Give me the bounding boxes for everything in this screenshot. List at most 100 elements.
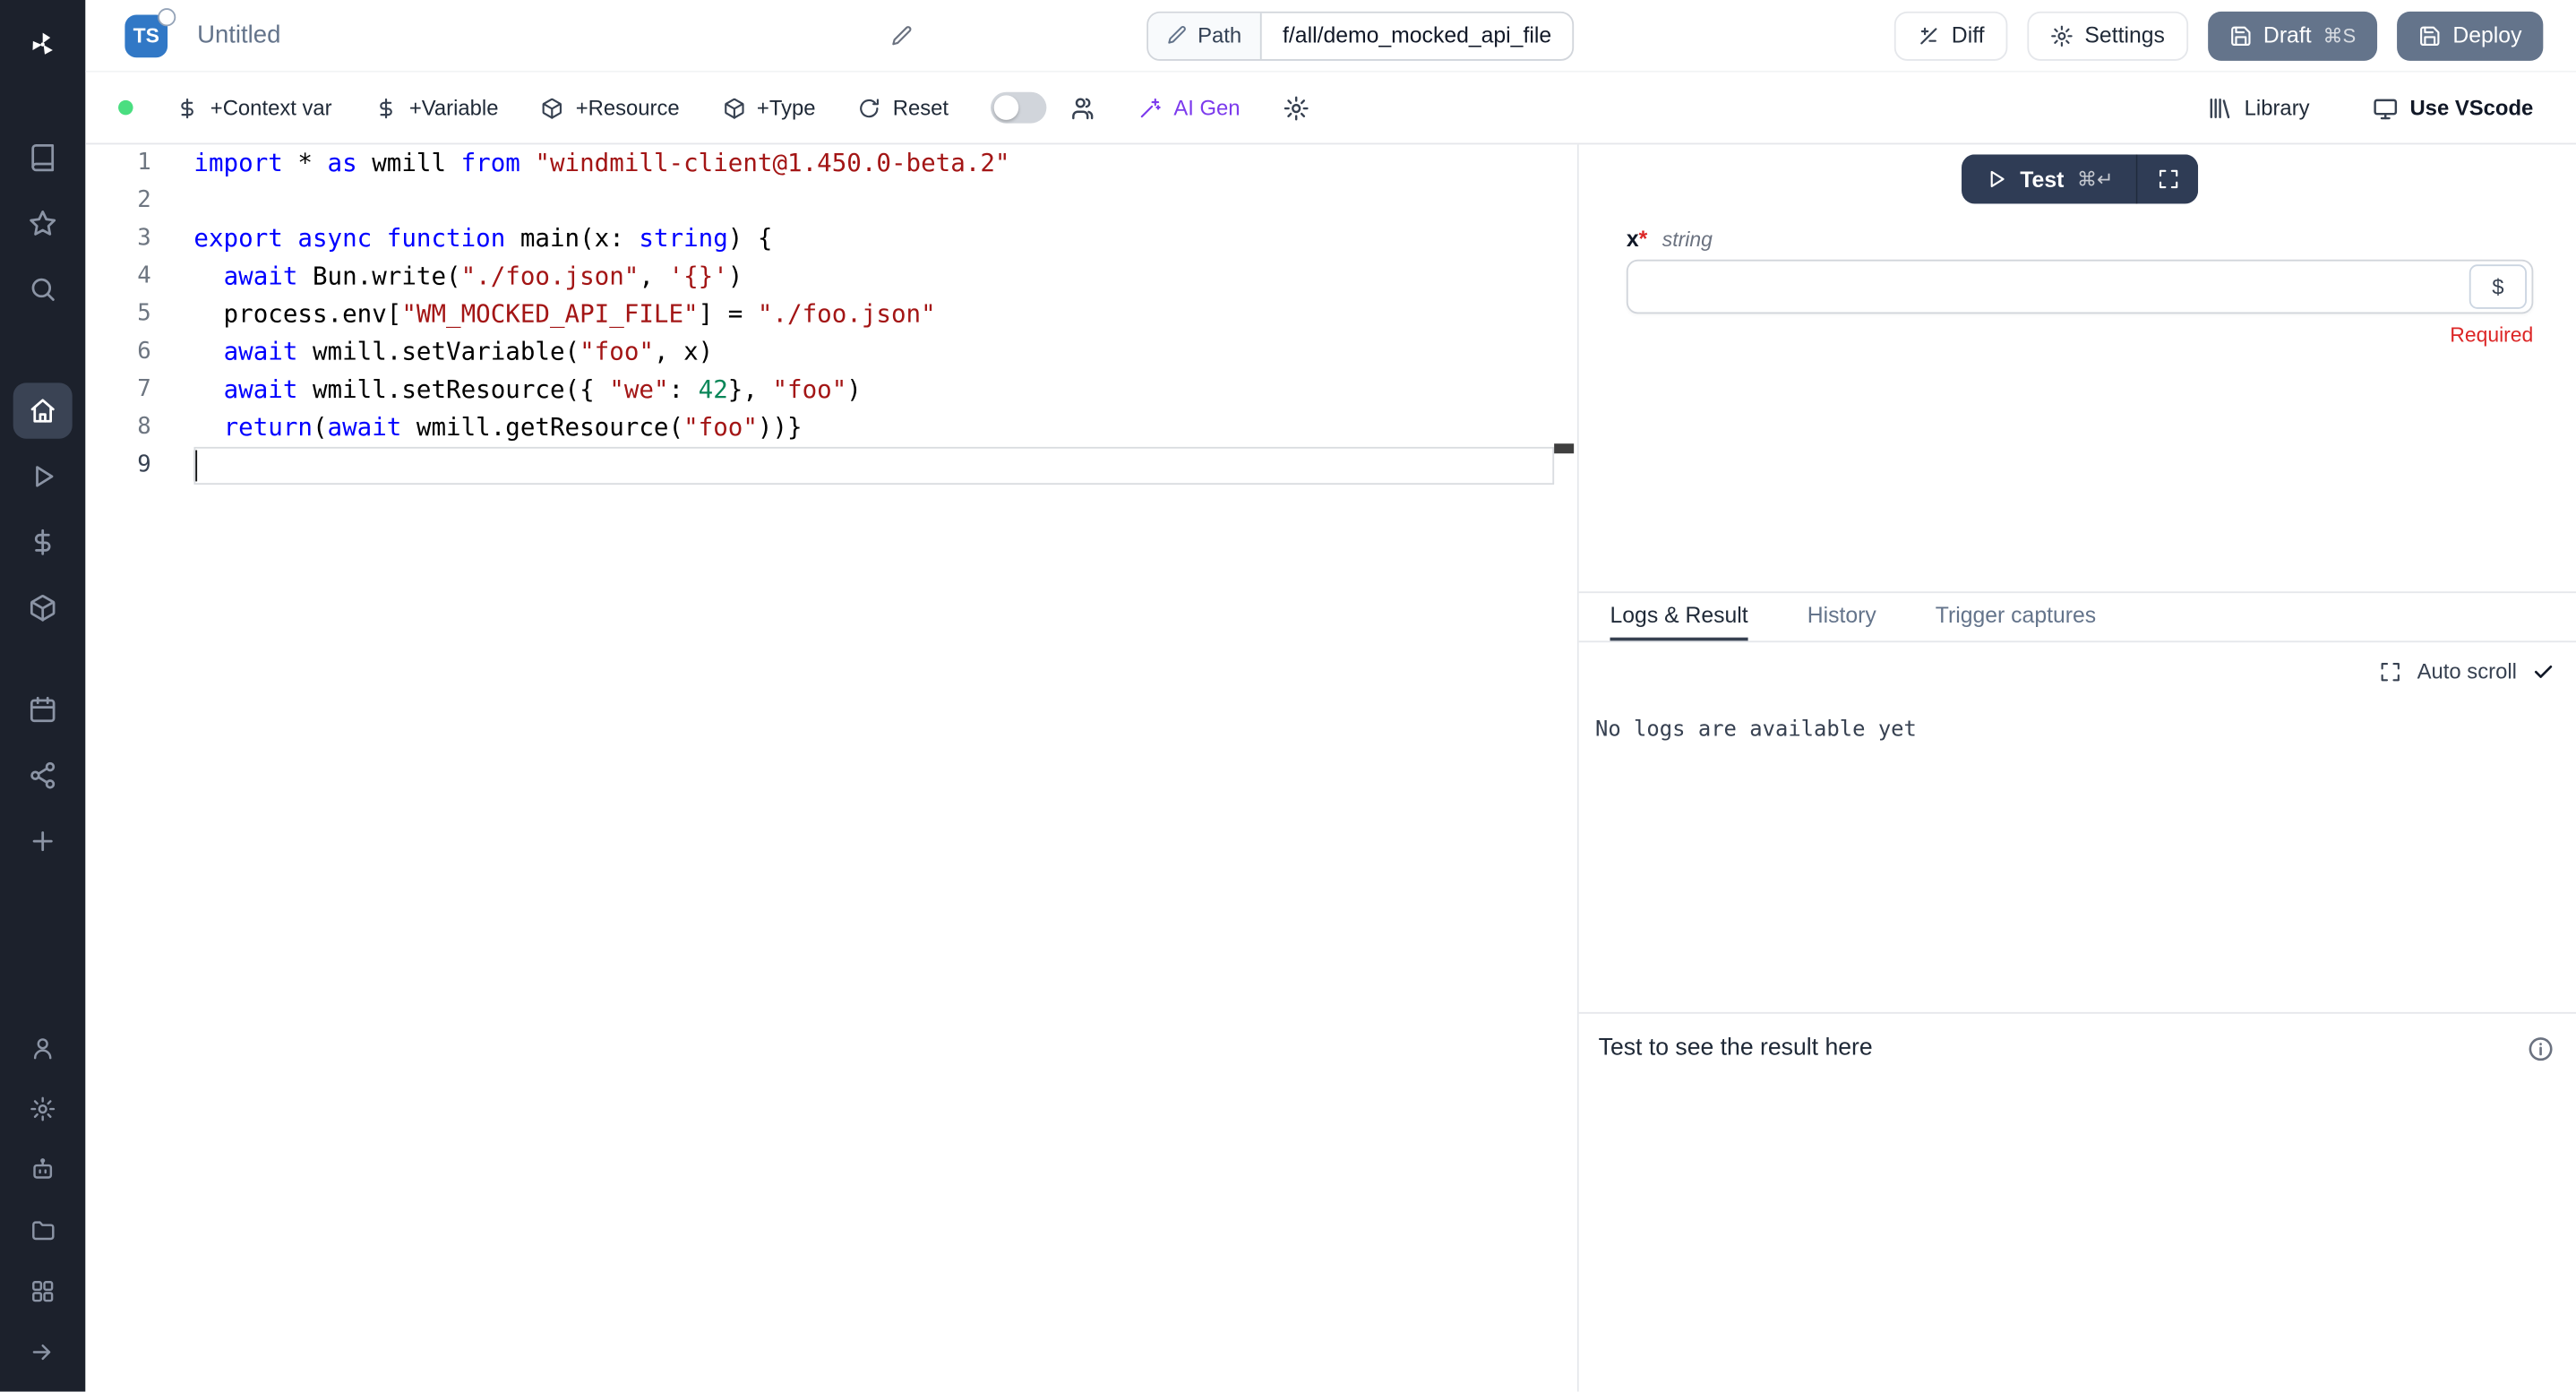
variable-picker-button[interactable]: $ bbox=[2469, 264, 2527, 309]
save-icon bbox=[2418, 24, 2442, 47]
path-label: Path bbox=[1198, 23, 1241, 48]
required-hint: Required bbox=[1627, 323, 2533, 347]
edit-path-button[interactable]: Path bbox=[1148, 13, 1261, 58]
tab-logs-and-result[interactable]: Logs & Result bbox=[1610, 593, 1748, 640]
code-line[interactable]: 6 await wmill.setVariable("foo", x) bbox=[85, 333, 1576, 371]
diff-label: Diff bbox=[1952, 23, 1985, 48]
path-value[interactable]: f/all/demo_mocked_api_file bbox=[1261, 13, 1573, 58]
test-label: Test bbox=[2020, 167, 2064, 192]
check-icon[interactable] bbox=[2531, 659, 2555, 683]
save-icon bbox=[2228, 24, 2252, 47]
pencil-icon bbox=[890, 24, 914, 47]
code-line[interactable]: 3export async function main(x: string) { bbox=[85, 220, 1576, 258]
wand-icon bbox=[1139, 96, 1163, 119]
code-line[interactable]: 8 return(await wmill.getResource("foo"))… bbox=[85, 409, 1576, 447]
content: 1import * as wmill from "windmill-client… bbox=[85, 144, 2576, 1392]
ai-gen-label: AI Gen bbox=[1173, 95, 1240, 120]
settings-label: Settings bbox=[2084, 23, 2164, 48]
test-shortcut: ⌘↵ bbox=[2077, 168, 2113, 191]
line-number: 7 bbox=[85, 372, 150, 409]
code-line[interactable]: 5 process.env["WM_MOCKED_API_FILE"] = ".… bbox=[85, 296, 1576, 333]
sidebar-item-home[interactable] bbox=[13, 382, 73, 438]
use-vscode-button[interactable]: Use VScode bbox=[2372, 94, 2533, 120]
package-icon bbox=[722, 96, 745, 119]
status-dot bbox=[118, 100, 133, 116]
sidebar-item-folders[interactable] bbox=[13, 1202, 73, 1258]
reset-button[interactable]: Reset bbox=[858, 95, 949, 120]
sidebar-expand-button[interactable] bbox=[13, 1324, 73, 1379]
result-info-button[interactable] bbox=[2527, 1035, 2555, 1063]
play-icon bbox=[1984, 168, 2007, 191]
multiplayer-toggle[interactable] bbox=[992, 92, 1047, 124]
line-number: 1 bbox=[85, 144, 150, 182]
line-number: 8 bbox=[85, 409, 150, 447]
gear-icon bbox=[2050, 24, 2074, 47]
code-text: await Bun.write("./foo.json", '{}') bbox=[193, 258, 743, 296]
code-line[interactable]: 2 bbox=[85, 183, 1576, 220]
test-button-group: Test ⌘↵ bbox=[1961, 154, 2199, 203]
code-line[interactable]: 9 bbox=[85, 447, 1576, 485]
tab-trigger-captures[interactable]: Trigger captures bbox=[1936, 593, 2096, 640]
test-expand-button[interactable] bbox=[2136, 154, 2199, 203]
diff-button[interactable]: Diff bbox=[1894, 11, 2008, 60]
package-icon bbox=[28, 593, 57, 623]
sidebar-item-apps[interactable] bbox=[13, 1263, 73, 1319]
edit-title-button[interactable] bbox=[890, 24, 914, 47]
sidebar-item-variables[interactable] bbox=[13, 514, 73, 570]
draft-label: Draft bbox=[2263, 23, 2312, 48]
code-editor[interactable]: 1import * as wmill from "windmill-client… bbox=[85, 144, 1576, 1392]
folder-icon bbox=[30, 1217, 56, 1243]
code-line[interactable]: 7 await wmill.setResource({ "we": 42}, "… bbox=[85, 372, 1576, 409]
settings-button[interactable]: Settings bbox=[2027, 11, 2187, 60]
tab-history[interactable]: History bbox=[1807, 593, 1876, 640]
title-group: TS Untitled bbox=[125, 14, 913, 57]
add-variable-button[interactable]: +Variable bbox=[374, 95, 498, 120]
sidebar-item-docs[interactable] bbox=[13, 130, 73, 185]
autoscroll-row: Auto scroll bbox=[2379, 659, 2555, 684]
add-type-label: +Type bbox=[757, 95, 816, 120]
add-resource-button[interactable]: +Resource bbox=[541, 95, 680, 120]
user-icon bbox=[30, 1035, 56, 1061]
sidebar-item-resources[interactable] bbox=[13, 580, 73, 635]
sidebar-item-search[interactable] bbox=[13, 262, 73, 317]
editor-settings-button[interactable] bbox=[1283, 94, 1309, 120]
sidebar-item-user[interactable] bbox=[13, 1020, 73, 1076]
windmill-logo-icon[interactable] bbox=[18, 20, 67, 69]
code-text: await wmill.setResource({ "we": 42}, "fo… bbox=[193, 372, 861, 409]
draft-button[interactable]: Draft ⌘S bbox=[2208, 11, 2377, 60]
library-icon bbox=[2206, 94, 2232, 120]
code-text: process.env["WM_MOCKED_API_FILE"] = "./f… bbox=[193, 296, 935, 333]
result-placeholder: Test to see the result here bbox=[1599, 1035, 1873, 1061]
path-control: Path f/all/demo_mocked_api_file bbox=[1146, 11, 1575, 60]
add-type-button[interactable]: +Type bbox=[722, 95, 815, 120]
arrow-right-icon bbox=[30, 1338, 56, 1364]
sidebar-item-settings[interactable] bbox=[13, 1080, 73, 1136]
deploy-button[interactable]: Deploy bbox=[2397, 11, 2543, 60]
argument-type: string bbox=[1662, 228, 1713, 252]
sidebar-group-bottom bbox=[13, 1018, 73, 1382]
expand-icon bbox=[2157, 168, 2180, 191]
autoscroll-label[interactable]: Auto scroll bbox=[2417, 659, 2517, 684]
code-text: await wmill.setVariable("foo", x) bbox=[193, 333, 713, 371]
sidebar-item-runs[interactable] bbox=[13, 449, 73, 504]
sidebar-item-workers[interactable] bbox=[13, 1141, 73, 1197]
test-button[interactable]: Test ⌘↵ bbox=[1961, 154, 2136, 203]
sidebar-item-favorites[interactable] bbox=[13, 195, 73, 251]
use-vscode-label: Use VScode bbox=[2409, 95, 2533, 120]
sidebar-item-schedules[interactable] bbox=[13, 682, 73, 737]
line-number: 3 bbox=[85, 220, 150, 258]
add-context-var-button[interactable]: +Context var bbox=[176, 95, 331, 120]
expand-logs-icon[interactable] bbox=[2379, 659, 2402, 683]
dollar-icon bbox=[374, 96, 398, 119]
draft-indicator bbox=[158, 7, 176, 25]
library-button[interactable]: Library bbox=[2206, 94, 2309, 120]
header-actions: Diff Settings Draft ⌘S Deploy bbox=[1894, 11, 2544, 60]
ai-gen-button[interactable]: AI Gen bbox=[1139, 95, 1241, 120]
sidebar-item-flows[interactable] bbox=[13, 748, 73, 803]
code-line[interactable]: 4 await Bun.write("./foo.json", '{}') bbox=[85, 258, 1576, 296]
text-cursor bbox=[193, 451, 196, 482]
code-line[interactable]: 1import * as wmill from "windmill-client… bbox=[85, 144, 1576, 182]
sidebar-item-create[interactable] bbox=[13, 813, 73, 869]
sidebar-group-main bbox=[13, 378, 73, 640]
argument-x-input[interactable] bbox=[1628, 262, 2469, 313]
